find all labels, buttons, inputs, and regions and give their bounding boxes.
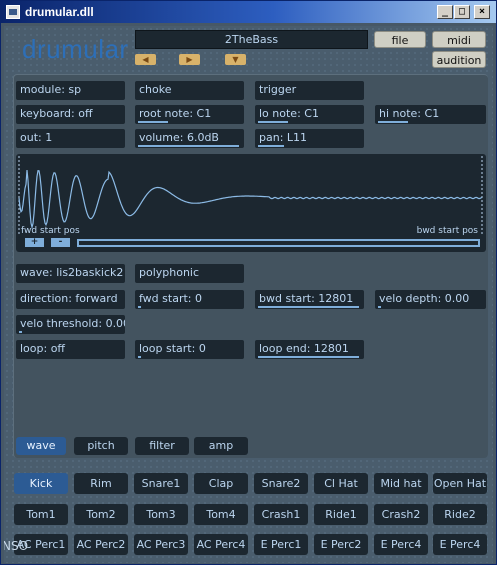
velo-threshold-label: velo threshold: 0.00 xyxy=(20,317,125,330)
app-icon xyxy=(6,5,20,19)
loop-field[interactable]: loop: off xyxy=(16,340,125,359)
title-bar[interactable]: drumular.dll _ □ × xyxy=(1,1,496,23)
waveform-scrollbar[interactable] xyxy=(77,239,480,247)
trigger-field[interactable]: trigger xyxy=(255,81,364,100)
drum-pad[interactable]: Tom3 xyxy=(134,504,188,525)
loop-start-slider xyxy=(138,356,141,358)
tab-amp[interactable]: amp xyxy=(194,437,248,455)
tab-filter[interactable]: filter xyxy=(135,437,189,455)
next-preset-arrow-icon[interactable]: ▶ xyxy=(179,54,200,65)
drum-pad[interactable]: E Perc4 xyxy=(433,534,487,555)
out-field[interactable]: out: 1 xyxy=(16,129,125,148)
drum-pad[interactable]: Open Hat xyxy=(433,473,487,494)
preset-menu-arrow-icon[interactable]: ▼ xyxy=(225,54,246,65)
lo-note-field[interactable]: lo note: C1 xyxy=(255,105,364,124)
file-button[interactable]: file xyxy=(374,31,426,48)
tab-wave[interactable]: wave xyxy=(16,437,66,455)
loop-start-label: loop start: 0 xyxy=(139,342,206,355)
drum-pad[interactable]: Crash2 xyxy=(374,504,428,525)
velo-threshold-field[interactable]: velo threshold: 0.00 xyxy=(16,315,125,334)
prev-preset-arrow-icon[interactable]: ◀ xyxy=(135,54,156,65)
drum-pad[interactable]: Snare1 xyxy=(134,473,188,494)
bwd-start-slider xyxy=(258,306,359,308)
wave-field[interactable]: wave: lis2baskick2 xyxy=(16,264,125,283)
drum-pad[interactable]: Tom2 xyxy=(74,504,128,525)
watermark: NSO xyxy=(4,539,29,553)
module-field[interactable]: module: sp xyxy=(16,81,125,100)
bwd-start-field[interactable]: bwd start: 12801 xyxy=(255,290,364,309)
waveform-display[interactable]: fwd start pos bwd start pos + - xyxy=(16,154,486,252)
pan-slider xyxy=(258,145,284,147)
drum-pad[interactable]: Mid hat xyxy=(374,473,428,494)
audition-button[interactable]: audition xyxy=(432,51,486,68)
velo-depth-field[interactable]: velo depth: 0.00 xyxy=(375,290,486,309)
drum-pad[interactable]: AC Perc2 xyxy=(74,534,128,555)
lo-note-slider xyxy=(258,121,288,123)
drum-pad[interactable]: Ride2 xyxy=(433,504,487,525)
hi-note-field[interactable]: hi note: C1 xyxy=(375,105,486,124)
hi-note-label: hi note: C1 xyxy=(379,107,440,120)
drum-pad[interactable]: Ride1 xyxy=(314,504,368,525)
drum-pad[interactable]: AC Perc3 xyxy=(134,534,188,555)
volume-field[interactable]: volume: 6.0dB xyxy=(135,129,244,148)
drum-pad[interactable]: Clap xyxy=(194,473,248,494)
drum-pad[interactable]: E Perc4 xyxy=(374,534,428,555)
velo-depth-slider xyxy=(378,306,381,308)
pan-label: pan: L11 xyxy=(259,131,308,144)
drum-pad[interactable]: E Perc1 xyxy=(254,534,308,555)
volume-slider xyxy=(138,145,239,147)
preset-name-display[interactable]: 2TheBass xyxy=(135,30,368,49)
window-title: drumular.dll xyxy=(25,5,94,19)
drum-pad[interactable]: Rim xyxy=(74,473,128,494)
root-note-slider xyxy=(138,121,168,123)
bwd-start-pos-label: bwd start pos xyxy=(416,226,478,236)
drum-pad[interactable]: AC Perc4 xyxy=(194,534,248,555)
minimize-icon[interactable]: _ xyxy=(437,5,453,19)
loop-end-field[interactable]: loop end: 12801 xyxy=(255,340,364,359)
logo: drumular xyxy=(22,34,129,64)
drum-pad[interactable]: Kick xyxy=(14,473,68,494)
tab-pitch[interactable]: pitch xyxy=(74,437,128,455)
direction-field[interactable]: direction: forward xyxy=(16,290,125,309)
drum-pad[interactable]: Tom4 xyxy=(194,504,248,525)
zoom-out-button[interactable]: - xyxy=(51,238,70,247)
drum-pad[interactable]: E Perc2 xyxy=(314,534,368,555)
maximize-icon[interactable]: □ xyxy=(454,5,470,19)
bwd-start-label: bwd start: 12801 xyxy=(259,292,354,305)
close-icon[interactable]: × xyxy=(474,5,490,19)
zoom-in-button[interactable]: + xyxy=(25,238,44,247)
root-note-label: root note: C1 xyxy=(139,107,212,120)
fwd-start-pos-label: fwd start pos xyxy=(21,226,80,236)
hi-note-slider xyxy=(378,121,408,123)
fwd-start-field[interactable]: fwd start: 0 xyxy=(135,290,244,309)
choke-field[interactable]: choke xyxy=(135,81,244,100)
pan-field[interactable]: pan: L11 xyxy=(255,129,364,148)
drum-pad[interactable]: Tom1 xyxy=(14,504,68,525)
loop-end-label: loop end: 12801 xyxy=(259,342,349,355)
volume-label: volume: 6.0dB xyxy=(139,131,219,144)
loop-end-slider xyxy=(258,356,359,358)
root-note-field[interactable]: root note: C1 xyxy=(135,105,244,124)
drum-pad[interactable]: Crash1 xyxy=(254,504,308,525)
drum-pad[interactable]: Snare2 xyxy=(254,473,308,494)
plugin-window: drumular.dll _ □ × drumular 2TheBass ◀ ▶… xyxy=(0,0,497,565)
keyboard-field[interactable]: keyboard: off xyxy=(16,105,125,124)
velo-depth-label: velo depth: 0.00 xyxy=(379,292,470,305)
plugin-client-area: drumular 2TheBass ◀ ▶ ▼ file midi learn … xyxy=(4,26,493,563)
polyphonic-field[interactable]: polyphonic xyxy=(135,264,244,283)
drum-pad[interactable]: Cl Hat xyxy=(314,473,368,494)
lo-note-label: lo note: C1 xyxy=(259,107,319,120)
loop-start-field[interactable]: loop start: 0 xyxy=(135,340,244,359)
midi-learn-button[interactable]: midi learn xyxy=(432,31,486,64)
fwd-start-label: fwd start: 0 xyxy=(139,292,202,305)
fwd-start-slider xyxy=(138,306,141,308)
waveform-svg xyxy=(18,156,483,234)
velo-threshold-slider xyxy=(19,331,22,333)
waveform-trace xyxy=(18,170,483,230)
